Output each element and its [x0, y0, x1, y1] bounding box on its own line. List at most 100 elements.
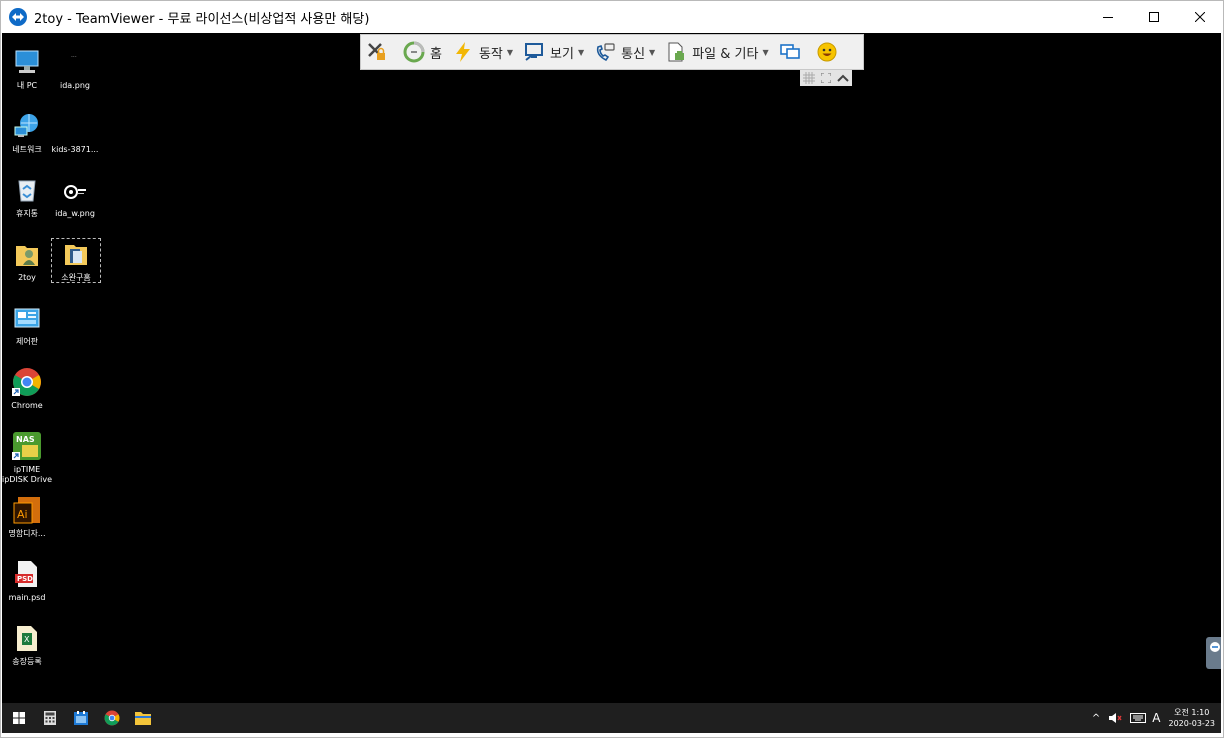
chevron-down-icon: ▼	[506, 47, 514, 57]
desktop-icon-2toy[interactable]: 2toy	[3, 239, 51, 283]
folder-icon	[61, 239, 91, 269]
desktop-icon-label: ida.png	[60, 81, 90, 90]
svg-text:Ai: Ai	[17, 508, 28, 521]
title-bar[interactable]: 2toy - TeamViewer - 무료 라이선스(비상업적 사용만 해당)	[1, 1, 1223, 33]
speaker-muted-icon[interactable]	[1108, 712, 1122, 724]
start-button[interactable]	[8, 707, 30, 729]
user-folder-icon	[12, 239, 42, 269]
teamviewer-toolbar: 홈 동작 ▼ 보기 ▼ 통신 ▼ 파일 & 기타 ▼	[360, 34, 864, 70]
svg-text:NAS: NAS	[16, 435, 35, 444]
chrome-taskbar-button[interactable]	[101, 707, 123, 729]
calculator-button[interactable]	[39, 707, 61, 729]
system-tray: ^ A 오전 1:10 2020-03-23	[1092, 703, 1215, 733]
image-file-icon	[60, 175, 90, 205]
windows-icon	[13, 712, 25, 724]
desktop-icon-iptime[interactable]: NAS ipTIME ipDISK Drive	[2, 431, 52, 485]
desktop-icon-kids[interactable]: kids-3871...	[51, 111, 99, 155]
clock[interactable]: 오전 1:10 2020-03-23	[1169, 707, 1216, 729]
minimize-icon	[1103, 17, 1113, 18]
desktop-icon-recycle-bin[interactable]: 휴지통	[3, 175, 51, 219]
desktop-icon-label: 휴지통	[15, 209, 39, 218]
toolbar-actions-button[interactable]: 동작 ▼	[447, 34, 518, 70]
file-explorer-button[interactable]	[132, 707, 154, 729]
image-file-icon	[60, 111, 90, 141]
toolbar-feedback-button[interactable]	[811, 34, 848, 70]
desktop-icon-ida-png[interactable]: ... ida.png	[51, 47, 99, 91]
svg-text:X: X	[24, 635, 30, 644]
window-title: 2toy - TeamViewer - 무료 라이선스(비상업적 사용만 해당)	[34, 11, 370, 27]
toolbar-view-label: 보기	[550, 46, 574, 62]
toolbar-communicate-label: 통신	[621, 46, 646, 62]
teamviewer-window: 2toy - TeamViewer - 무료 라이선스(비상업적 사용만 해당)…	[0, 0, 1224, 738]
recycle-bin-icon	[12, 175, 42, 205]
desktop-icon-label: ipTIME ipDISK Drive	[2, 465, 52, 484]
desktop-icon-main-psd[interactable]: PSD main.psd	[3, 559, 51, 603]
phone-chat-icon	[594, 41, 616, 63]
home-icon	[403, 41, 425, 63]
desktop-icon-label: main.psd	[8, 593, 46, 602]
clock-time: 오전 1:10	[1174, 708, 1210, 717]
image-file-icon: ...	[60, 47, 90, 77]
nas-icon: NAS	[12, 431, 42, 461]
desktop-icon-sowangu-home[interactable]: 소완구홈	[51, 238, 101, 283]
folder-icon	[135, 712, 151, 725]
view-monitor-icon	[523, 41, 545, 63]
desktop-icon-label: 송장등록	[12, 657, 42, 666]
chevron-up-icon[interactable]	[837, 73, 849, 83]
chevron-up-icon[interactable]: ^	[1092, 713, 1100, 724]
toolbar-home-label: 홈	[430, 46, 442, 62]
desktop-icon-label: 제어판	[15, 337, 39, 346]
desktop-icon-label: 2toy	[18, 273, 36, 282]
lightning-icon	[452, 41, 474, 63]
monitors-icon	[779, 41, 801, 63]
desktop-icon-chrome[interactable]: Chrome	[3, 367, 51, 411]
toolbar-communicate-button[interactable]: 통신 ▼	[589, 34, 660, 70]
calendar-button[interactable]	[70, 707, 92, 729]
desktop-icon-my-pc[interactable]: 내 PC	[3, 47, 51, 91]
desktop-icon-network[interactable]: 네트워크	[3, 111, 51, 155]
smiley-icon	[816, 41, 838, 63]
maximize-button[interactable]	[1131, 1, 1177, 33]
illustrator-icon: Ai	[12, 495, 42, 525]
remote-taskbar: ^ A 오전 1:10 2020-03-23	[2, 703, 1221, 733]
calendar-icon	[74, 711, 88, 725]
toolbar-view-button[interactable]: 보기 ▼	[518, 34, 589, 70]
chevron-down-icon: ▼	[649, 47, 656, 57]
close-icon	[1195, 12, 1205, 22]
desktop-icon-ida-w-png[interactable]: ida_w.png	[51, 175, 99, 219]
keyboard-icon[interactable]	[1130, 713, 1147, 723]
minimize-button[interactable]	[1085, 1, 1131, 33]
file-transfer-icon	[665, 41, 687, 63]
teamviewer-logo-icon	[9, 8, 27, 26]
ime-indicator[interactable]: A	[1152, 711, 1160, 725]
toolbar-switch-sides-button[interactable]	[774, 34, 811, 70]
desktop-icon-label: 소완구홈	[61, 273, 91, 282]
excel-file-icon: X	[12, 623, 42, 653]
teamviewer-side-panel-handle[interactable]	[1206, 637, 1221, 669]
grid-icon[interactable]	[803, 72, 815, 84]
desktop-icon-label: ida_w.png	[55, 209, 95, 218]
desktop-icon-control-panel[interactable]: 제어판	[3, 303, 51, 347]
svg-text:...: ...	[71, 52, 77, 59]
network-icon	[12, 111, 42, 141]
desktop-icon-label: 내 PC	[16, 81, 38, 90]
chrome-icon	[104, 710, 120, 726]
desktop-icon-label: Chrome	[11, 401, 43, 410]
toolbar-home-button[interactable]: 홈	[398, 34, 447, 70]
toolbar-close-session-button[interactable]	[361, 34, 398, 70]
computer-icon	[12, 47, 42, 77]
close-button[interactable]	[1177, 1, 1223, 33]
svg-text:PSD: PSD	[17, 575, 33, 583]
toolbar-files-extras-button[interactable]: 파일 & 기타 ▼	[660, 34, 773, 70]
fullscreen-icon[interactable]	[821, 73, 831, 83]
control-panel-icon	[12, 303, 42, 333]
maximize-icon	[1149, 12, 1159, 22]
desktop-icon-invoice[interactable]: X 송장등록	[3, 623, 51, 667]
remote-desktop[interactable]: 내 PC 네트워크 휴지통 2toy 제어판 Chrome NAS ipTIME…	[2, 33, 1221, 703]
desktop-icon-illustrator[interactable]: Ai 명함디자...	[3, 495, 51, 539]
toolbar-files-extras-label: 파일 & 기타	[692, 46, 759, 62]
desktop-icon-label: 네트워크	[12, 145, 42, 154]
calculator-icon	[44, 711, 56, 725]
toolbar-sub-controls	[800, 70, 852, 86]
desktop-icon-label: kids-3871...	[51, 145, 99, 154]
